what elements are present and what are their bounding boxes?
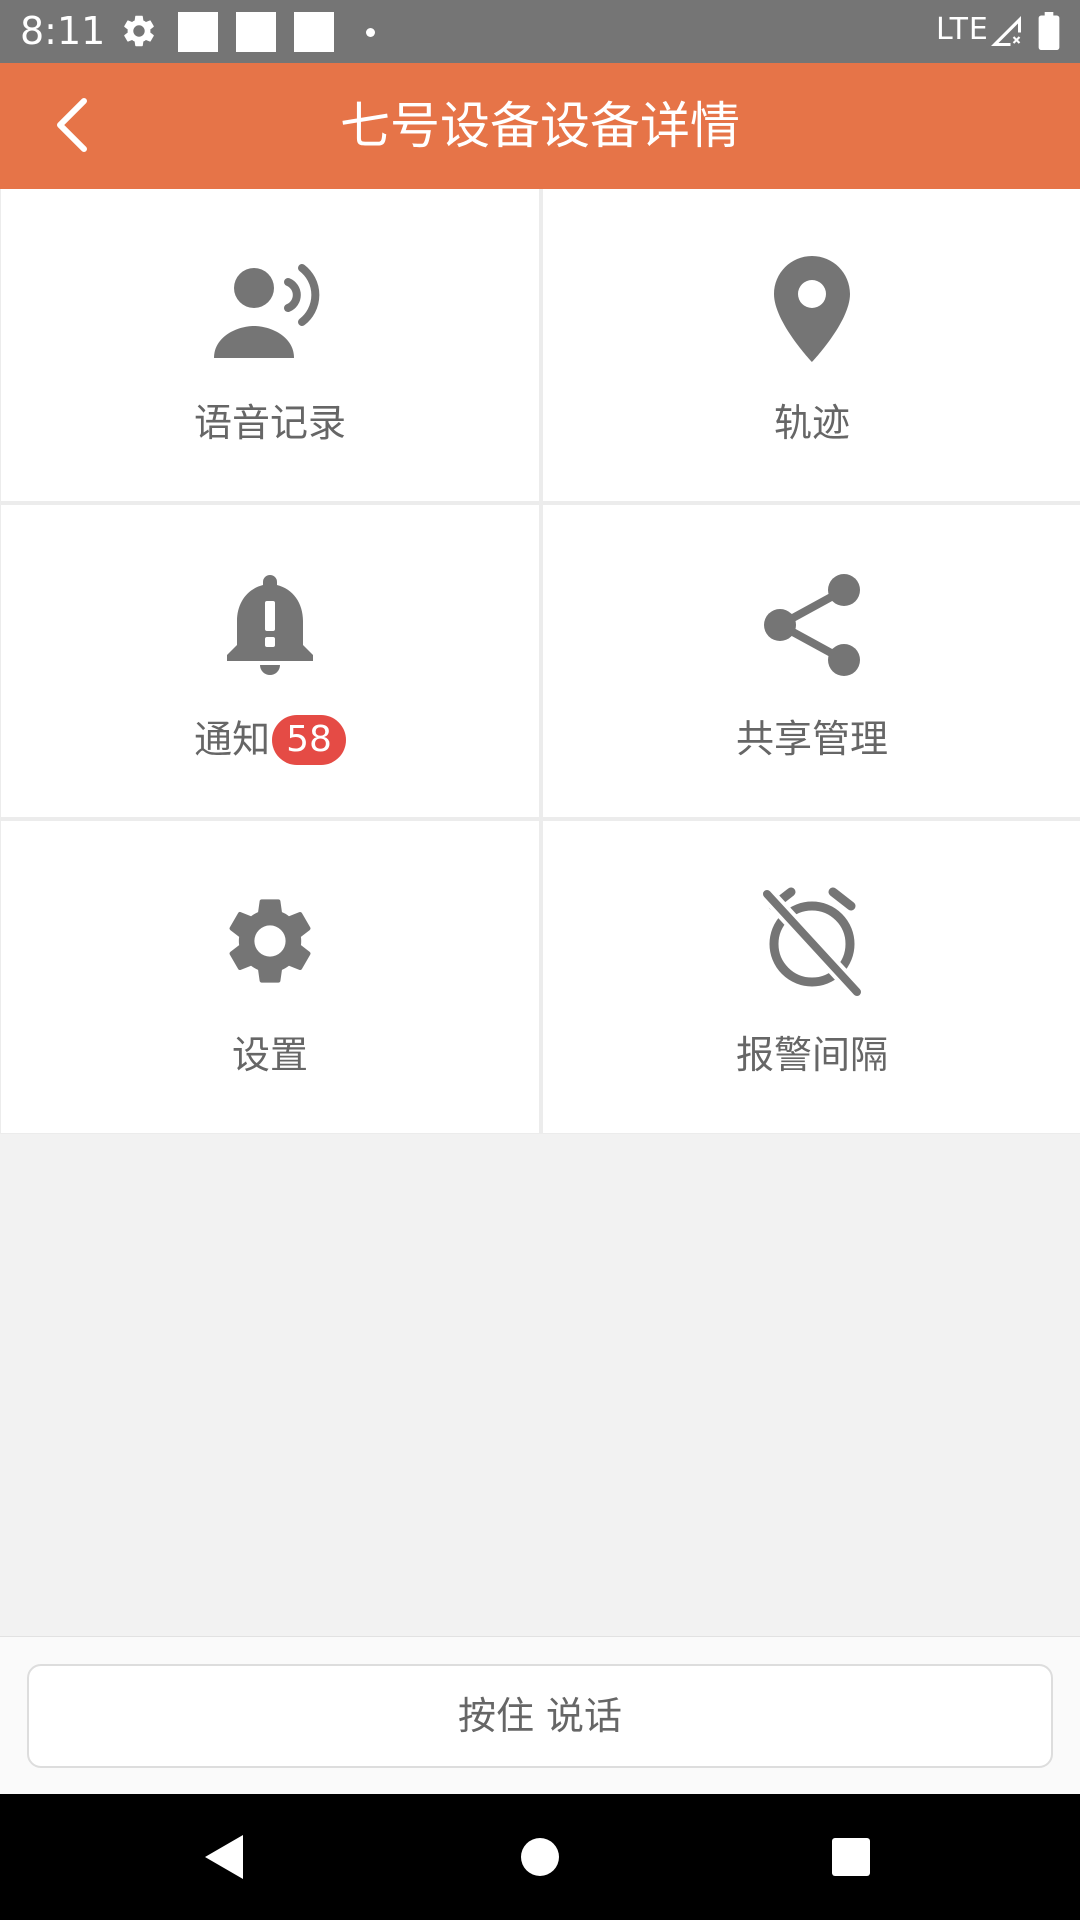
nav-recents-button[interactable] — [818, 1824, 884, 1890]
nav-home-button[interactable] — [507, 1824, 573, 1890]
network-type: LTE — [936, 12, 989, 47]
tile-label: 报警间隔 — [735, 1033, 888, 1077]
home-circle-icon — [521, 1838, 559, 1876]
tile-label: 轨迹 — [773, 401, 850, 445]
talk-area: 按住 说话 — [0, 1636, 1080, 1794]
nav-back-button[interactable] — [192, 1824, 258, 1890]
location-pin-icon — [752, 249, 872, 369]
tile-track[interactable]: 轨迹 — [543, 189, 1080, 501]
status-bar: 8:11 LTE — [0, 0, 1080, 63]
tile-notifications[interactable]: 通知 58 — [1, 505, 539, 817]
recents-square-icon — [832, 1838, 870, 1876]
alarm-off-icon — [752, 881, 872, 1001]
notification-label: 通知 — [194, 717, 271, 762]
bell-alert-icon — [210, 565, 330, 685]
tile-label: 通知 58 — [1, 715, 539, 767]
back-triangle-icon — [205, 1835, 243, 1879]
notification-count-badge: 58 — [272, 715, 346, 765]
signal-icon — [991, 16, 1021, 46]
navigation-bar — [0, 1794, 1080, 1920]
page-title: 七号设备设备详情 — [340, 97, 740, 155]
tile-label: 共享管理 — [735, 717, 888, 761]
status-time: 8:11 — [20, 9, 106, 53]
notification-square-icon — [178, 12, 218, 52]
share-icon — [752, 565, 872, 685]
gear-icon — [210, 881, 330, 1001]
feature-grid: 语音记录 轨迹 通知 58 共享管理 设置 报警间隔 — [0, 189, 1080, 1134]
tile-voice-record[interactable]: 语音记录 — [1, 189, 539, 501]
tile-settings[interactable]: 设置 — [1, 821, 539, 1133]
app-bar: 七号设备设备详情 — [0, 63, 1080, 189]
tile-label: 设置 — [231, 1033, 308, 1077]
battery-icon — [1038, 12, 1060, 50]
tile-share-management[interactable]: 共享管理 — [543, 505, 1080, 817]
notification-square-icon — [294, 12, 334, 52]
voice-record-icon — [210, 249, 330, 369]
tile-alarm-interval[interactable]: 报警间隔 — [543, 821, 1080, 1133]
notification-square-icon — [236, 12, 276, 52]
gear-icon — [124, 15, 154, 47]
tile-label: 语音记录 — [193, 401, 346, 445]
dot-icon — [366, 28, 375, 37]
press-to-talk-button[interactable]: 按住 说话 — [27, 1664, 1053, 1768]
